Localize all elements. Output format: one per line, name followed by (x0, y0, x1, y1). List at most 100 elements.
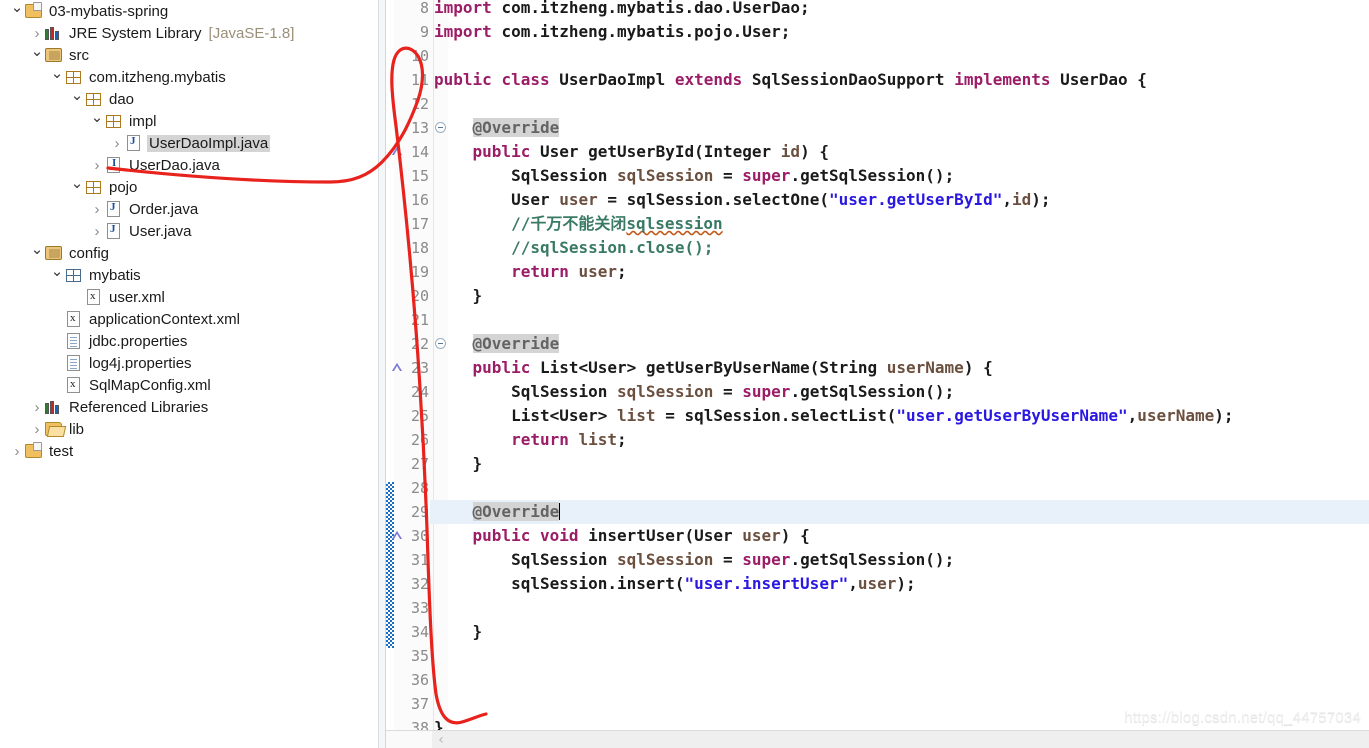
tree-item-order-java[interactable]: › Order.java (0, 198, 378, 220)
tree-item-dao[interactable]: ⌄ dao (0, 88, 378, 110)
code-token-plain: , (1127, 406, 1138, 425)
code-token-kw: return (511, 262, 579, 281)
code-token-fld: user (578, 262, 618, 281)
tree-item-log4j-properties[interactable]: log4j.properties (0, 352, 378, 374)
line-number: 12 (410, 95, 429, 113)
xml-file-icon (84, 288, 103, 306)
tree-item-jre-system-library[interactable]: › JRE System Library [JavaSE-1.8] (0, 22, 378, 44)
chevron-right-icon[interactable]: › (90, 202, 104, 217)
chevron-down-icon[interactable]: ⌄ (70, 88, 84, 103)
horizontal-scrollbar[interactable]: ‹ (386, 730, 1369, 748)
tree-item-pojo[interactable]: ⌄ pojo (0, 176, 378, 198)
code-line[interactable]: @Override (430, 116, 1369, 140)
code-line[interactable]: } (430, 620, 1369, 644)
tree-item-sqlmapconfig-xml[interactable]: SqlMapConfig.xml (0, 374, 378, 396)
chevron-down-icon[interactable]: ⌄ (50, 66, 64, 81)
code-line[interactable] (430, 476, 1369, 500)
line-number: 36 (410, 671, 429, 689)
chevron-right-icon[interactable]: › (30, 26, 44, 41)
chevron-right-icon[interactable]: › (30, 400, 44, 415)
code-token-kw: super (742, 166, 791, 185)
chevron-right-icon[interactable]: › (90, 224, 104, 239)
tree-item-com-itzheng-mybatis[interactable]: ⌄ com.itzheng.mybatis (0, 66, 378, 88)
code-line[interactable]: import com.itzheng.mybatis.dao.UserDao; (430, 0, 1369, 20)
tree-item-03-mybatis-spring[interactable]: ⌄ 03-mybatis-spring (0, 0, 378, 22)
code-line[interactable]: import com.itzheng.mybatis.pojo.User; (430, 20, 1369, 44)
code-token-fld: list (578, 430, 618, 449)
properties-file-icon (64, 332, 83, 350)
panel-splitter[interactable] (378, 0, 386, 748)
code-line[interactable]: } (430, 452, 1369, 476)
code-token-plain: .getSqlSession(); (790, 550, 955, 569)
tree-item-config[interactable]: ⌄ config (0, 242, 378, 264)
code-token-plain: UserDao { (1060, 70, 1147, 89)
code-line[interactable]: @Override (430, 332, 1369, 356)
chevron-down-icon[interactable]: ⌄ (50, 264, 64, 279)
change-bar-segment (386, 482, 394, 648)
tree-item-lib[interactable]: › lib (0, 418, 378, 440)
tree-item-user-java[interactable]: › User.java (0, 220, 378, 242)
tree-item-label: SqlMapConfig.xml (89, 376, 211, 394)
code-line[interactable]: SqlSession sqlSession = super.getSqlSess… (430, 164, 1369, 188)
tree-item-label: com.itzheng.mybatis (89, 68, 226, 86)
tree-item-test[interactable]: › test (0, 440, 378, 462)
tree-item-applicationcontext-xml[interactable]: applicationContext.xml (0, 308, 378, 330)
tree-item-userdaoimpl-java[interactable]: › UserDaoImpl.java (0, 132, 378, 154)
code-line[interactable]: User user = sqlSession.selectOne("user.g… (430, 188, 1369, 212)
code-line[interactable] (430, 308, 1369, 332)
override-method-marker-icon (392, 147, 402, 155)
code-line[interactable] (430, 596, 1369, 620)
scroll-left-arrow-icon[interactable]: ‹ (432, 731, 450, 748)
code-token-fld: user (559, 190, 598, 209)
code-line[interactable]: public User getUserById(Integer id) { (430, 140, 1369, 164)
code-token-plain: = (713, 166, 743, 185)
chevron-right-icon[interactable]: › (30, 422, 44, 437)
chevron-down-icon[interactable]: ⌄ (70, 176, 84, 191)
code-line[interactable]: //千万不能关闭sqlsession (430, 212, 1369, 236)
code-line[interactable]: SqlSession sqlSession = super.getSqlSess… (430, 548, 1369, 572)
tree-item-userdao-java[interactable]: › UserDao.java (0, 154, 378, 176)
code-token-plain: ; (617, 430, 627, 449)
chevron-right-icon[interactable]: › (90, 158, 104, 173)
chevron-right-icon[interactable]: › (10, 444, 24, 459)
code-line[interactable]: //sqlSession.close(); (430, 236, 1369, 260)
code-line[interactable] (430, 644, 1369, 668)
code-line[interactable]: return list; (430, 428, 1369, 452)
code-line[interactable] (430, 92, 1369, 116)
code-line[interactable]: } (430, 284, 1369, 308)
code-line[interactable] (430, 44, 1369, 68)
code-token-str: "user.getUserByUserName" (896, 406, 1128, 425)
watermark-text: https://blog.csdn.net/qq_44757034 (1124, 709, 1361, 726)
line-number: 28 (410, 479, 429, 497)
code-line[interactable]: @Override (430, 500, 1369, 524)
code-line[interactable] (430, 668, 1369, 692)
code-line[interactable]: public class UserDaoImpl extends SqlSess… (430, 68, 1369, 92)
project-tree[interactable]: ⌄ 03-mybatis-spring › JRE System Library [Ja… (0, 0, 378, 462)
tree-item-referenced-libraries[interactable]: › Referenced Libraries (0, 396, 378, 418)
code-token-kw: super (742, 550, 791, 569)
code-line[interactable]: public List<User> getUserByUserName(Stri… (430, 356, 1369, 380)
code-line[interactable]: public void insertUser(User user) { (430, 524, 1369, 548)
code-line[interactable]: List<User> list = sqlSession.selectList(… (430, 404, 1369, 428)
line-number: 25 (410, 407, 429, 425)
tree-item-user-xml[interactable]: user.xml (0, 286, 378, 308)
xml-file-icon (64, 310, 83, 328)
line-number: 26 (410, 431, 429, 449)
chevron-right-icon[interactable]: › (110, 136, 124, 151)
text-caret (559, 503, 561, 520)
tree-item-mybatis[interactable]: ⌄ mybatis (0, 264, 378, 286)
chevron-down-icon[interactable]: ⌄ (30, 44, 44, 59)
package-icon (84, 178, 103, 196)
code-line[interactable]: SqlSession sqlSession = super.getSqlSess… (430, 380, 1369, 404)
code-text-area[interactable]: import com.itzheng.mybatis.dao.UserDao; i… (430, 0, 1369, 737)
code-line[interactable]: return user; (430, 260, 1369, 284)
chevron-down-icon[interactable]: ⌄ (10, 0, 24, 15)
tree-item-src[interactable]: ⌄ src (0, 44, 378, 66)
code-line[interactable]: sqlSession.insert("user.insertUser",user… (430, 572, 1369, 596)
chevron-down-icon[interactable]: ⌄ (30, 242, 44, 257)
chevron-down-icon[interactable]: ⌄ (90, 110, 104, 125)
code-editor[interactable]: 8 9 10 11 12 13 14 15 16 17 18 19 20 21 22 23 24 25 26 27 28… (386, 0, 1369, 748)
tree-item-jdbc-properties[interactable]: jdbc.properties (0, 330, 378, 352)
tree-item-impl[interactable]: ⌄ impl (0, 110, 378, 132)
